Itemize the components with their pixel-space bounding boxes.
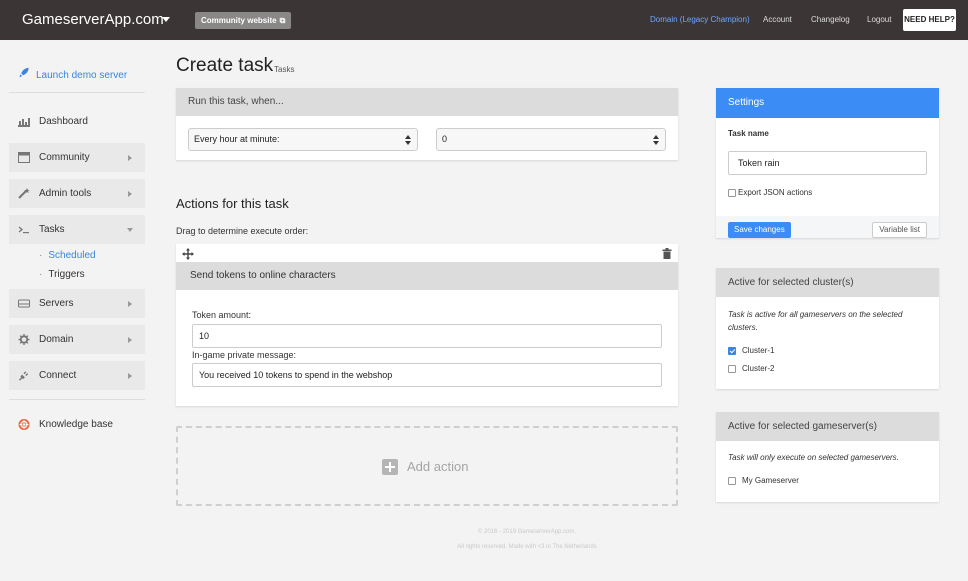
- chevron-right-icon: [128, 301, 132, 307]
- private-message-input[interactable]: You received 10 tokens to spend in the w…: [192, 363, 662, 387]
- page-subtitle: Tasks: [274, 65, 295, 74]
- my-gameserver-label: My Gameserver: [742, 476, 799, 485]
- footer-made-with: All rights reserved. Made with <3 in The…: [457, 544, 597, 550]
- brand-caret-icon[interactable]: [162, 17, 170, 22]
- sidebar-item-label: Tasks: [39, 224, 65, 235]
- token-amount-input[interactable]: 10: [192, 324, 662, 348]
- plus-icon: [382, 459, 398, 475]
- sidebar-subitem-triggers[interactable]: · Triggers: [39, 269, 85, 280]
- cluster-2-label: Cluster-2: [742, 364, 775, 373]
- sidebar-divider: [9, 92, 145, 93]
- sidebar-subitem-label: Scheduled: [48, 250, 96, 261]
- changelog-link[interactable]: Changelog: [811, 15, 850, 24]
- schedule-select[interactable]: Every hour at minute:: [188, 128, 418, 151]
- chart-icon: [18, 118, 30, 127]
- my-gameserver-checkbox[interactable]: [728, 477, 736, 485]
- sidebar-item-admin-tools[interactable]: Admin tools: [9, 179, 145, 208]
- gameservers-header: Active for selected gameserver(s): [716, 412, 939, 441]
- chevron-down-icon: [127, 228, 133, 232]
- export-json-checkbox[interactable]: [728, 189, 736, 197]
- window-icon: [18, 152, 30, 163]
- drag-note: Drag to determine execute order:: [176, 226, 309, 236]
- launch-demo-server-label: Launch demo server: [36, 70, 128, 81]
- server-icon: [18, 299, 30, 308]
- sidebar-item-label: Servers: [39, 298, 74, 309]
- sidebar-subitem-scheduled[interactable]: · Scheduled: [39, 250, 96, 261]
- chevron-right-icon: [128, 373, 132, 379]
- sidebar-item-label: Admin tools: [39, 188, 92, 199]
- brand-logo[interactable]: GameserverApp.com: [22, 11, 164, 28]
- sidebar-item-tasks[interactable]: Tasks: [9, 215, 145, 244]
- logout-link[interactable]: Logout: [867, 15, 891, 24]
- sidebar-item-servers[interactable]: Servers: [9, 289, 145, 318]
- settings-header: Settings: [716, 88, 939, 118]
- run-when-card: Run this task, when... Every hour at min…: [176, 88, 678, 160]
- page-title: Create task: [176, 55, 274, 76]
- lifebuoy-icon: [18, 419, 30, 430]
- export-json-label: Export JSON actions: [738, 188, 813, 197]
- sidebar-subitem-label: Triggers: [48, 269, 85, 280]
- cluster-1-label: Cluster-1: [742, 346, 775, 355]
- launch-demo-server-link[interactable]: Launch demo server: [18, 67, 127, 81]
- wand-icon: [18, 188, 30, 199]
- task-name-input[interactable]: Token rain: [728, 151, 927, 175]
- sidebar-item-label: Domain: [39, 334, 74, 345]
- sidebar-item-label: Knowledge base: [39, 419, 113, 430]
- sidebar-item-label: Dashboard: [39, 116, 88, 127]
- action-card: Send tokens to online characters Token a…: [176, 244, 678, 406]
- select-arrows-icon: [405, 135, 411, 145]
- footer-copyright: © 2016 - 2019 GameserverApp.com.: [477, 529, 577, 535]
- clusters-note: Task is active for all gameservers on th…: [728, 310, 903, 332]
- select-arrows-icon: [653, 135, 659, 145]
- actions-title: Actions for this task: [176, 196, 289, 211]
- external-link-icon: ⧉: [279, 16, 286, 25]
- sidebar-item-community[interactable]: Community: [9, 143, 145, 172]
- community-website-label: Community website: [201, 16, 277, 25]
- variable-list-button[interactable]: Variable list: [872, 222, 927, 238]
- add-action-button[interactable]: Add action: [176, 426, 678, 506]
- bullet-icon: ·: [39, 250, 43, 261]
- cluster-1-checkbox[interactable]: [728, 347, 736, 355]
- sidebar-item-dashboard[interactable]: Dashboard: [9, 107, 145, 136]
- save-changes-button[interactable]: Save changes: [728, 222, 791, 238]
- gear-icon: [18, 334, 30, 345]
- add-action-label: Add action: [407, 459, 469, 474]
- trash-icon[interactable]: [662, 248, 672, 259]
- token-amount-label: Token amount:: [192, 310, 252, 320]
- gameservers-note: Task will only execute on selected games…: [728, 453, 899, 462]
- private-message-label: In-game private message:: [192, 350, 297, 360]
- minute-select[interactable]: 0: [436, 128, 666, 151]
- task-name-label: Task name: [728, 129, 769, 138]
- chevron-right-icon: [128, 337, 132, 343]
- gameservers-card: Active for selected gameserver(s) Task w…: [716, 412, 939, 502]
- plug-icon: [18, 371, 29, 381]
- community-website-button[interactable]: Community website ⧉: [195, 12, 292, 29]
- clusters-card: Active for selected cluster(s) Task is a…: [716, 268, 939, 389]
- sidebar-item-connect[interactable]: Connect: [9, 361, 145, 390]
- sidebar-divider: [9, 399, 145, 400]
- top-navbar: GameserverApp.com Community website ⧉ Dom…: [0, 0, 968, 40]
- domain-link[interactable]: Domain (Legacy Champion): [650, 15, 750, 24]
- rocket-icon: [19, 67, 29, 78]
- move-icon[interactable]: [182, 248, 194, 260]
- need-help-button[interactable]: NEED HELP?: [903, 9, 956, 31]
- account-link[interactable]: Account: [763, 15, 792, 24]
- sidebar-item-knowledge-base[interactable]: Knowledge base: [9, 410, 145, 439]
- sidebar-item-label: Connect: [39, 370, 77, 381]
- bullet-icon: ·: [39, 269, 43, 280]
- clusters-header: Active for selected cluster(s): [716, 268, 939, 297]
- action-header[interactable]: Send tokens to online characters: [176, 262, 678, 290]
- minute-select-value: 0: [442, 134, 448, 144]
- sidebar-item-domain[interactable]: Domain: [9, 325, 145, 354]
- chevron-right-icon: [128, 191, 132, 197]
- run-when-header: Run this task, when...: [176, 88, 678, 116]
- sidebar-item-label: Community: [39, 152, 90, 163]
- settings-card: Settings Task name Token rain Export JSO…: [716, 88, 939, 238]
- cluster-2-checkbox[interactable]: [728, 365, 736, 373]
- terminal-icon: [18, 226, 29, 234]
- chevron-right-icon: [128, 155, 132, 161]
- schedule-select-value: Every hour at minute:: [194, 134, 280, 144]
- settings-footer: Save changes Variable list: [716, 216, 939, 238]
